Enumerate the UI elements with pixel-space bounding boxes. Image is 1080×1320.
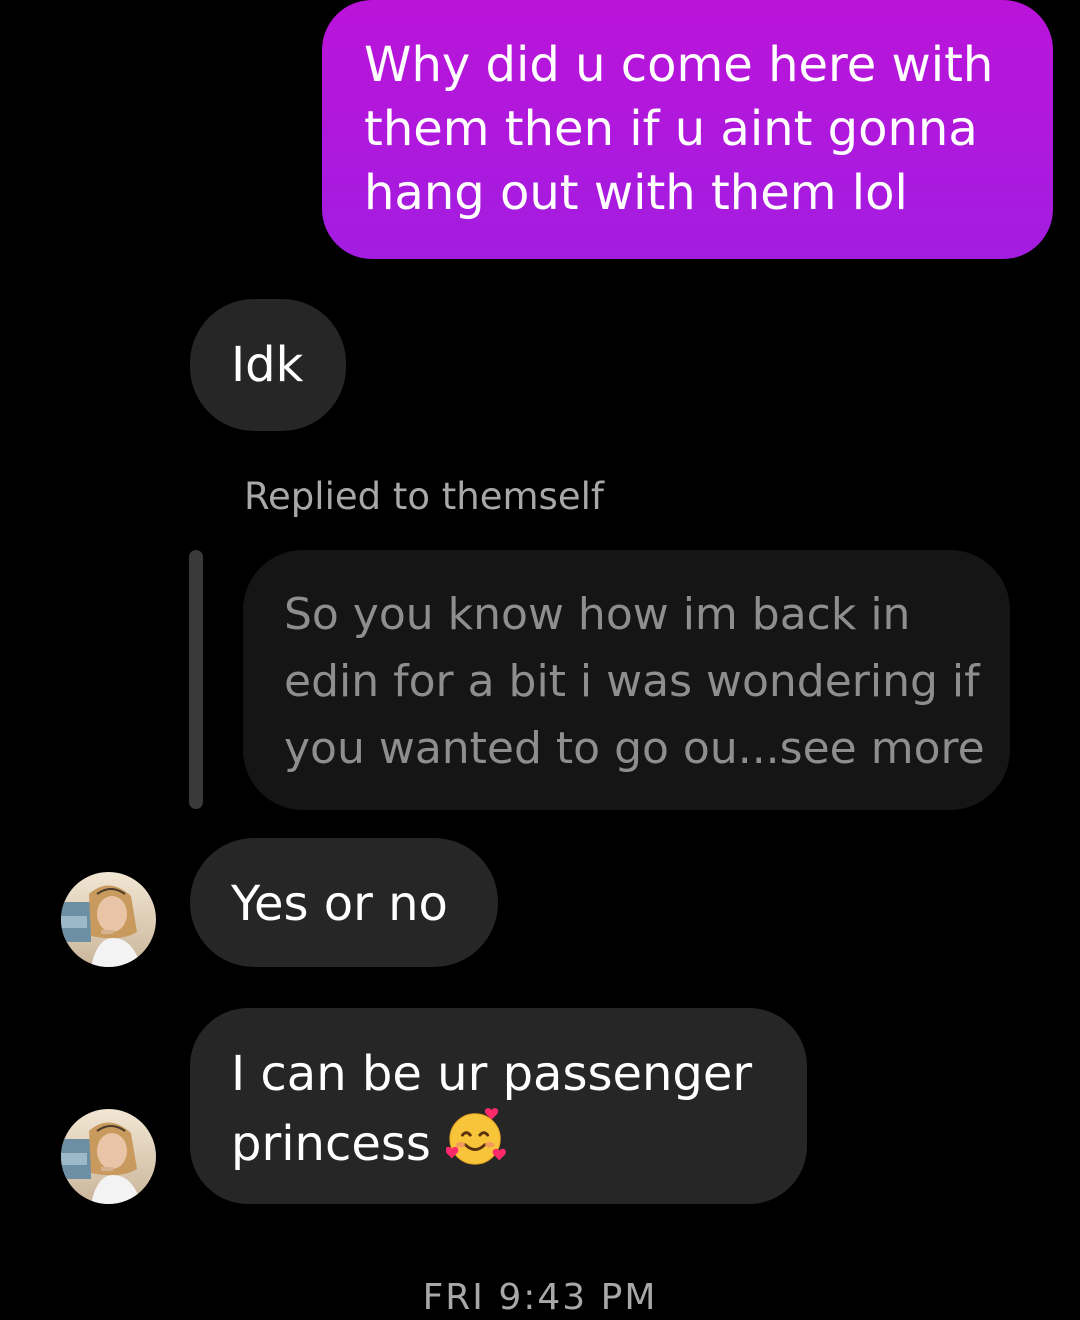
avatar-photo-icon (61, 1109, 156, 1204)
sent-message-bubble[interactable]: Why did u come here with them then if u … (322, 0, 1053, 259)
quoted-message-text: So you know how im back in edin for a bi… (284, 589, 985, 774)
received-message-text: Yes or no (231, 876, 448, 932)
received-message-text: Idk (231, 337, 304, 393)
sent-message-text: Why did u come here with them then if u … (364, 37, 994, 221)
avatar-photo-icon (61, 872, 156, 967)
smiling-face-with-hearts-icon (446, 1108, 507, 1165)
received-message-bubble[interactable]: Yes or no (190, 838, 498, 967)
received-message-bubble[interactable]: Idk (190, 299, 346, 431)
message-timestamp: FRI 9:43 PM (422, 1277, 658, 1318)
quoted-message-bubble[interactable]: So you know how im back in edin for a bi… (243, 550, 1010, 810)
sender-avatar[interactable] (61, 1109, 156, 1204)
reply-indicator-bar (189, 550, 203, 809)
sender-avatar[interactable] (61, 872, 156, 967)
received-message-bubble[interactable]: I can be ur passenger princess (190, 1008, 807, 1204)
reply-context-label: Replied to themself (244, 475, 604, 518)
